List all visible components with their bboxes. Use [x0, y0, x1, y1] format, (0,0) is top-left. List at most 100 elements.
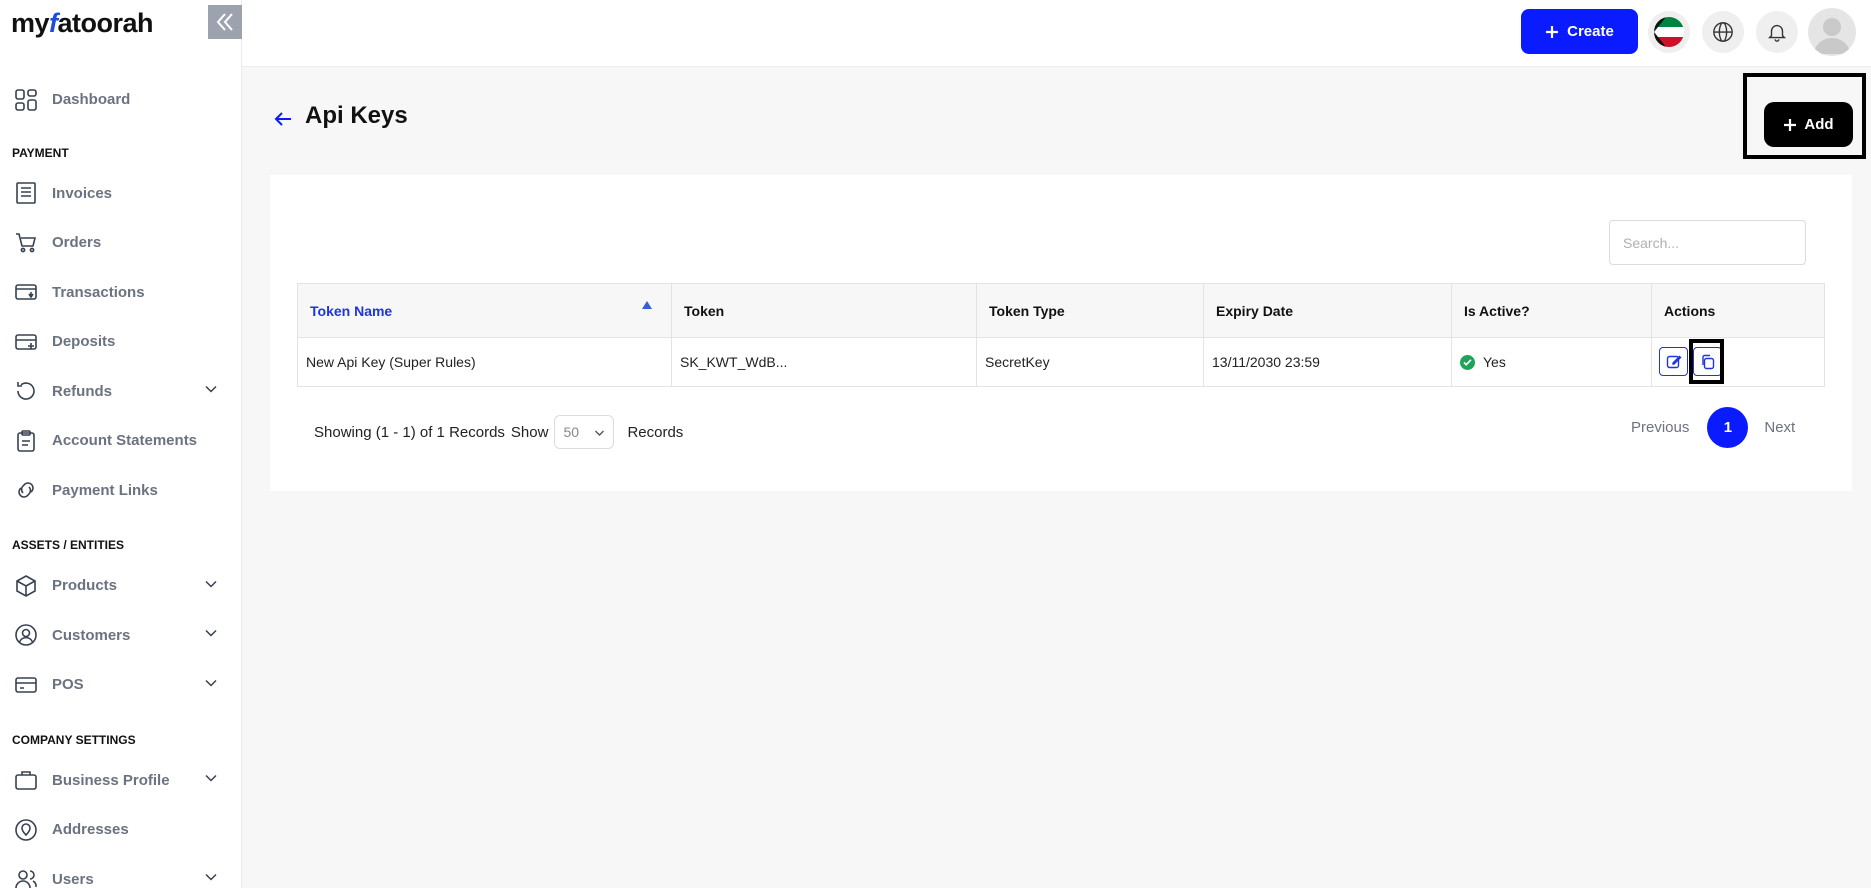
sidebar-item-label: Invoices: [52, 184, 113, 202]
grid-icon: [12, 86, 40, 114]
plus-icon: [1546, 25, 1559, 38]
search-input[interactable]: [1609, 220, 1806, 265]
column-header-label: Actions: [1664, 302, 1716, 319]
api-keys-card: Token Name Token Token Type Expiry Date …: [270, 175, 1852, 491]
chevron-down-icon[interactable]: [204, 675, 218, 694]
sidebar-item-products[interactable]: Products: [0, 561, 242, 611]
add-button[interactable]: Add: [1764, 102, 1853, 147]
api-keys-table: Token Name Token Token Type Expiry Date …: [297, 283, 1825, 387]
column-header-label: Token: [684, 302, 725, 319]
sidebar-nav: Dashboard PAYMENT Invoices Orders Transa…: [0, 75, 242, 888]
column-header-label: Token Type: [989, 302, 1065, 319]
cell-token-type: SecretKey: [976, 337, 1204, 387]
records-label: Records: [627, 423, 684, 441]
deposit-icon: [12, 328, 40, 356]
plus-icon: [1784, 118, 1797, 131]
sidebar-item-label: Dashboard: [52, 91, 131, 109]
column-header-label: Token Name: [310, 302, 393, 319]
sidebar-item-label: Customers: [52, 626, 131, 644]
column-header-expiry-date: Expiry Date: [1203, 283, 1452, 338]
notifications-button[interactable]: [1756, 11, 1798, 53]
pagination-next[interactable]: Next: [1764, 419, 1795, 436]
column-header-label: Expiry Date: [1216, 302, 1294, 319]
cell-actions: [1651, 337, 1825, 387]
language-button[interactable]: [1702, 11, 1744, 53]
sidebar-item-addresses[interactable]: Addresses: [0, 805, 242, 855]
topbar: Create: [242, 0, 1871, 67]
sidebar-item-orders[interactable]: Orders: [0, 218, 242, 268]
back-arrow-icon[interactable]: [272, 108, 294, 135]
sidebar-item-label: Account Statements: [52, 432, 198, 450]
table-row: New Api Key (Super Rules) SK_KWT_WdB... …: [297, 337, 1825, 387]
sidebar-item-transactions[interactable]: Transactions: [0, 268, 242, 318]
pagination-page-current[interactable]: 1: [1707, 406, 1749, 448]
edit-button[interactable]: [1659, 347, 1688, 376]
column-header-label: Is Active?: [1464, 302, 1530, 319]
chevron-down-icon[interactable]: [204, 771, 218, 790]
create-button[interactable]: Create: [1521, 9, 1638, 54]
chevron-down-icon[interactable]: [204, 870, 218, 888]
is-active-value: Yes: [1483, 354, 1506, 370]
cart-icon: [12, 229, 40, 257]
page-title: Api Keys: [305, 102, 408, 129]
sidebar-collapse-button[interactable]: [208, 5, 242, 39]
sidebar-item-dashboard[interactable]: Dashboard: [0, 75, 242, 125]
chevron-down-icon[interactable]: [204, 382, 218, 401]
sidebar-item-label: POS: [52, 676, 84, 694]
cell-token: SK_KWT_WdB...: [671, 337, 977, 387]
sidebar-item-label: Business Profile: [52, 771, 170, 789]
sidebar-item-label: Transactions: [52, 283, 145, 301]
country-selector[interactable]: [1648, 11, 1690, 53]
sidebar-item-refunds[interactable]: Refunds: [0, 367, 242, 417]
cell-expiry-date: 13/11/2030 23:59: [1203, 337, 1452, 387]
sidebar-item-account-statements[interactable]: Account Statements: [0, 416, 242, 466]
chevron-down-icon: [595, 430, 605, 436]
create-button-label: Create: [1567, 23, 1614, 40]
double-chevron-left-icon: [216, 13, 233, 31]
myfatoorah-logo[interactable]: myfatoorah: [11, 8, 154, 39]
sidebar-item-label: Addresses: [52, 821, 129, 839]
sidebar-item-pos[interactable]: POS: [0, 660, 242, 710]
invoice-icon: [12, 179, 40, 207]
sidebar-section-company-settings: COMPANY SETTINGS: [12, 732, 136, 747]
sidebar: myfatoorah Dashboard PAYMENT Invoices Or…: [0, 0, 242, 888]
cell-is-active: Yes: [1451, 337, 1652, 387]
refund-icon: [12, 377, 40, 405]
chevron-down-icon[interactable]: [204, 626, 218, 645]
page-size-select[interactable]: 50: [554, 415, 615, 449]
pagination-previous[interactable]: Previous: [1631, 419, 1689, 436]
sidebar-item-label: Refunds: [52, 382, 112, 400]
sidebar-item-customers[interactable]: Customers: [0, 611, 242, 661]
copy-icon: [1701, 354, 1714, 369]
users-icon: [12, 865, 40, 888]
sidebar-section-assets: ASSETS / ENTITIES: [12, 538, 125, 552]
globe-icon: [1713, 22, 1733, 42]
user-circle-icon: [12, 621, 40, 649]
bell-icon: [1768, 24, 1786, 42]
chevron-down-icon[interactable]: [204, 576, 218, 595]
sidebar-item-invoices[interactable]: Invoices: [0, 169, 242, 219]
location-icon: [12, 816, 40, 844]
sidebar-item-business-profile[interactable]: Business Profile: [0, 756, 242, 806]
sidebar-item-payment-links[interactable]: Payment Links: [0, 466, 242, 516]
column-header-token-name[interactable]: Token Name: [297, 283, 672, 338]
copy-button[interactable]: [1693, 347, 1722, 376]
table-header-row: Token Name Token Token Type Expiry Date …: [297, 283, 1825, 338]
sidebar-item-users[interactable]: Users: [0, 855, 242, 888]
avatar-icon: [1814, 18, 1850, 54]
sidebar-section-payment: PAYMENT: [12, 145, 69, 160]
sidebar-item-label: Payment Links: [52, 481, 158, 499]
column-header-token: Token: [671, 283, 977, 338]
sidebar-item-label: Products: [52, 577, 118, 595]
sort-ascending-icon: [642, 301, 652, 309]
sidebar-item-label: Users: [52, 870, 94, 888]
column-header-token-type: Token Type: [976, 283, 1204, 338]
sidebar-item-deposits[interactable]: Deposits: [0, 317, 242, 367]
avatar[interactable]: [1808, 8, 1856, 56]
show-label: Show: [510, 423, 549, 441]
sidebar-item-label: Orders: [52, 234, 102, 252]
card-icon: [12, 671, 40, 699]
table-footer-info: Showing (1 - 1) of 1 Records Show 50 Rec…: [314, 415, 683, 449]
add-button-label: Add: [1804, 116, 1834, 133]
box-icon: [12, 572, 40, 600]
